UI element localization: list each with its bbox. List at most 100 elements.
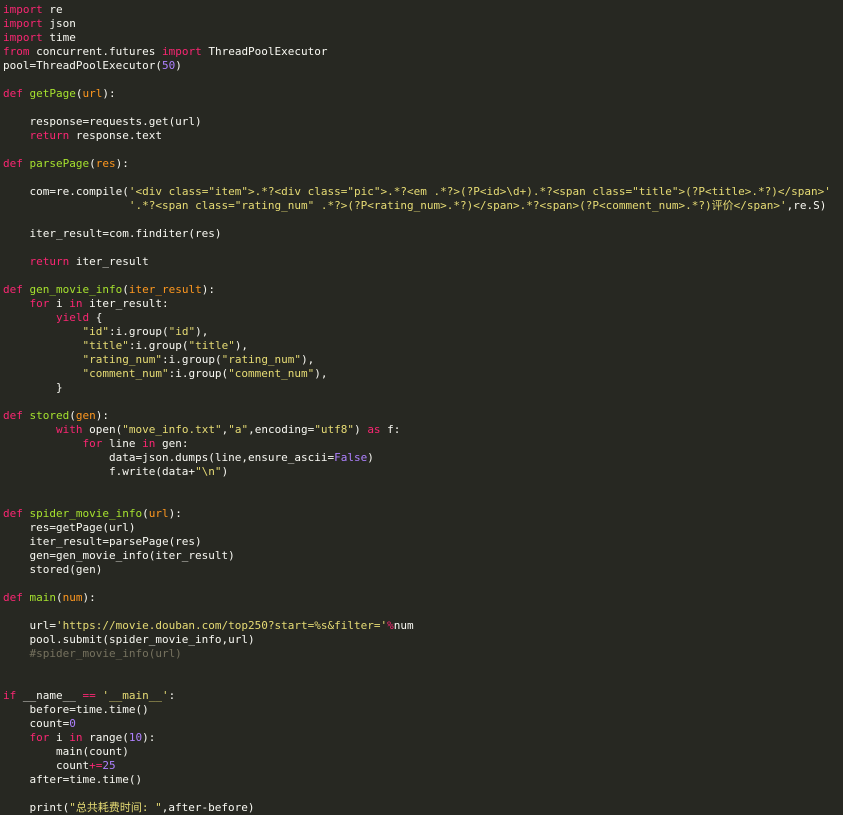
code-token: if — [3, 689, 17, 702]
code-token: from — [3, 45, 30, 58]
code-token: ) — [175, 59, 182, 72]
code-line: import time — [3, 31, 843, 45]
code-token: ThreadPoolExecutor — [201, 45, 328, 58]
code-token: ( — [69, 409, 76, 422]
code-token: "title" — [188, 339, 235, 352]
code-token: as — [367, 423, 381, 436]
code-line: print("总共耗费时间: ",after-before) — [3, 801, 843, 815]
code-token: ), — [301, 353, 315, 366]
code-line: "comment_num":i.group("comment_num"), — [3, 367, 843, 381]
code-token: count — [3, 759, 90, 772]
code-token: def — [3, 283, 23, 296]
code-line: def main(num): — [3, 591, 843, 605]
code-token: 50 — [161, 59, 176, 72]
code-token: return — [29, 129, 70, 142]
code-line: iter_result=com.finditer(res) — [3, 227, 843, 241]
code-token: ): — [95, 409, 109, 422]
code-token: main — [29, 591, 57, 604]
code-token: : — [168, 689, 176, 702]
code-line: "rating_num":i.group("rating_num"), — [3, 353, 843, 367]
code-line: data=json.dumps(line,ensure_ascii=False) — [3, 451, 843, 465]
code-token: 10 — [128, 731, 143, 744]
code-token: def — [3, 87, 23, 100]
code-token: data=json.dumps(line,ensure_ascii= — [3, 451, 335, 464]
code-token: ( — [56, 591, 63, 604]
code-token: def — [3, 157, 23, 170]
code-token: "\n" — [195, 465, 222, 478]
code-token: with — [55, 423, 83, 436]
code-token: "comment_num" — [228, 367, 315, 380]
code-line: for i in range(10): — [3, 731, 843, 745]
code-token: ): — [102, 87, 116, 100]
code-token: in — [142, 437, 156, 450]
code-line: count=0 — [3, 717, 843, 731]
code-token: == — [82, 689, 96, 702]
code-line: def spider_movie_info(url): — [3, 507, 843, 521]
code-token: def — [3, 591, 23, 604]
code-token: def — [3, 507, 23, 520]
code-token: in — [69, 731, 83, 744]
code-token: "rating_num" — [221, 353, 302, 366]
code-token: iter_result=parsePage(res) — [3, 535, 202, 548]
code-line: stored(gen) — [3, 563, 843, 577]
code-token: in — [69, 297, 83, 310]
code-token: response=requests.get(url) — [3, 115, 202, 128]
code-token: '__main__' — [102, 689, 169, 702]
code-token: ), — [314, 367, 328, 380]
code-token: } — [3, 381, 63, 394]
code-token: range( — [82, 731, 129, 744]
code-token: :i.group( — [128, 339, 189, 352]
code-token: ): — [201, 283, 215, 296]
code-token: #spider_movie_info(url) — [3, 647, 182, 660]
code-token: ,after-before) — [161, 801, 255, 814]
code-token: for — [82, 437, 103, 450]
code-token: ), — [234, 339, 249, 352]
code-token: :i.group( — [168, 367, 229, 380]
code-line: def stored(gen): — [3, 409, 843, 423]
code-token: ( — [89, 157, 96, 170]
code-token: :i.group( — [161, 353, 222, 366]
code-token: re — [42, 3, 63, 16]
code-token: ) — [354, 423, 368, 436]
code-token: num — [62, 591, 83, 604]
code-token: com=re.compile( — [3, 185, 129, 198]
code-token: spider_movie_info — [29, 507, 143, 520]
code-token: ) — [221, 465, 229, 478]
code-line: return response.text — [3, 129, 843, 143]
code-token: f: — [380, 423, 401, 436]
code-token: ) — [367, 451, 374, 464]
code-editor[interactable]: import re import json import time from conc… — [0, 0, 843, 815]
code-token: ): — [142, 731, 156, 744]
code-line: def parsePage(res): — [3, 157, 843, 171]
code-token: i — [49, 731, 70, 744]
code-token: "move_info.txt" — [122, 423, 222, 436]
code-token: "a" — [228, 423, 249, 436]
code-token: main(count) — [3, 745, 129, 758]
code-token: 25 — [102, 759, 116, 772]
code-line: pool.submit(spider_movie_info,url) — [3, 633, 843, 647]
code-token: stored(gen) — [3, 563, 103, 576]
code-token: gen — [75, 409, 96, 422]
code-line: '.*?<span class="rating_num" .*?>(?P<rat… — [3, 199, 843, 213]
code-token: "rating_num" — [82, 353, 162, 366]
code-line: count+=25 — [3, 759, 843, 773]
code-line: f.write(data+"\n") — [3, 465, 843, 479]
code-line: before=time.time() — [3, 703, 843, 717]
code-token: num — [393, 619, 414, 632]
